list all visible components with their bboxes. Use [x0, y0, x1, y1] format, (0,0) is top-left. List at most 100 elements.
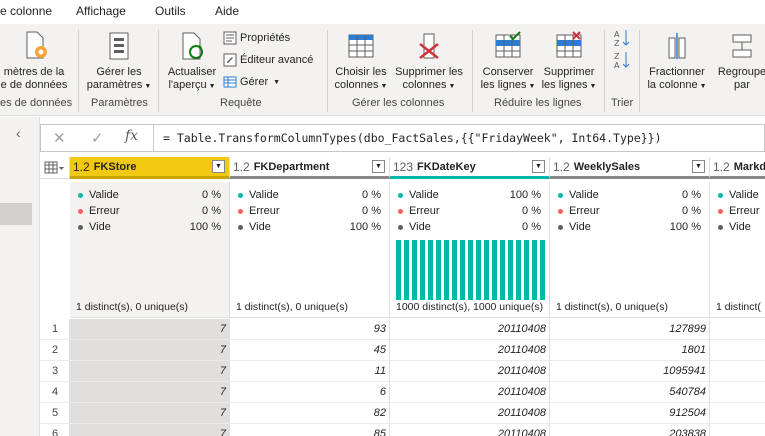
column-type-icon[interactable]: 123: [393, 160, 413, 174]
column-filter-dropdown-icon[interactable]: ▼: [212, 160, 225, 173]
choose-columns-icon: [348, 34, 374, 58]
table-cell[interactable]: 7: [70, 403, 230, 424]
sort-descending-button[interactable]: Z A: [611, 50, 633, 74]
commit-formula-icon[interactable]: ✓: [91, 129, 104, 147]
quality-label: Vide: [89, 221, 111, 233]
distribution-bar[interactable]: [500, 240, 505, 300]
distribution-bar[interactable]: [492, 240, 497, 300]
distribution-bar[interactable]: [428, 240, 433, 300]
table-cell[interactable]: 93: [230, 319, 390, 340]
properties-button[interactable]: Propriétés: [223, 31, 290, 45]
advanced-editor-button[interactable]: Éditeur avancé: [223, 53, 313, 67]
table-cell[interactable]: 1801: [550, 340, 710, 361]
selected-query-item[interactable]: [0, 203, 32, 225]
group-by-button[interactable]: Regroupe par: [712, 30, 765, 92]
table-cell[interactable]: [710, 382, 765, 403]
column-header[interactable]: 1.2 FKStore ▼: [70, 157, 230, 179]
distribution-bar[interactable]: [420, 240, 425, 300]
column-header[interactable]: 1.2 FKDepartment ▼: [230, 157, 390, 179]
table-cell[interactable]: 1095941: [550, 361, 710, 382]
row-number[interactable]: 4: [40, 382, 70, 403]
manage-button[interactable]: Gérer ▼: [223, 75, 280, 89]
table-menu-button[interactable]: [40, 157, 70, 179]
fx-icon[interactable]: fx: [125, 128, 138, 144]
column-filter-dropdown-icon[interactable]: ▼: [692, 160, 705, 173]
column-filter-dropdown-icon[interactable]: ▼: [372, 160, 385, 173]
distribution-bar[interactable]: [396, 240, 401, 300]
distribution-bar[interactable]: [516, 240, 521, 300]
menu-tab-add-column[interactable]: e colonne: [0, 4, 52, 18]
data-source-settings-button[interactable]: mètres de la e de données: [0, 30, 72, 92]
table-cell[interactable]: 20110408: [390, 403, 550, 424]
table-cell[interactable]: 82: [230, 403, 390, 424]
distribution-bar[interactable]: [476, 240, 481, 300]
table-cell[interactable]: 85: [230, 424, 390, 436]
distribution-bar[interactable]: [412, 240, 417, 300]
row-number[interactable]: 2: [40, 340, 70, 361]
formula-input[interactable]: = Table.TransformColumnTypes(dbo_FactSal…: [163, 131, 662, 145]
distribution-bar[interactable]: [468, 240, 473, 300]
row-number[interactable]: 1: [40, 319, 70, 340]
table-cell[interactable]: 540784: [550, 382, 710, 403]
distribution-bar[interactable]: [452, 240, 457, 300]
cancel-formula-icon[interactable]: ✕: [53, 129, 66, 147]
table-cell[interactable]: [710, 361, 765, 382]
column-header[interactable]: 123 FKDateKey ▼: [390, 157, 550, 179]
distribution-bar[interactable]: [460, 240, 465, 300]
column-filter-dropdown-icon[interactable]: ▼: [532, 160, 545, 173]
menu-tab-tools[interactable]: Outils: [155, 4, 186, 18]
row-number[interactable]: 5: [40, 403, 70, 424]
table-cell[interactable]: 20110408: [390, 340, 550, 361]
distribution-bar[interactable]: [540, 240, 545, 300]
row-number[interactable]: 3: [40, 361, 70, 382]
column-type-icon[interactable]: 1.2: [233, 160, 250, 174]
collapse-pane-icon[interactable]: ‹: [16, 125, 21, 141]
data-grid: 1.2 FKStore ▼ Valide 0 % Erreur 0 % Vide 100 % 1 …: [40, 157, 765, 436]
column-header[interactable]: 1.2 WeeklySales ▼: [550, 157, 710, 179]
quality-row-valid: Valide: [718, 188, 761, 202]
menu-tab-help[interactable]: Aide: [215, 4, 239, 18]
distribution-bar[interactable]: [532, 240, 537, 300]
table-cell[interactable]: 7: [70, 382, 230, 403]
empty-dot-icon: [78, 224, 83, 230]
column-quality-profile: Valide 0 % Erreur 0 % Vide 100 % 1 distinct(s)…: [70, 182, 230, 318]
table-cell[interactable]: 45: [230, 340, 390, 361]
distribution-bar[interactable]: [484, 240, 489, 300]
distribution-bar[interactable]: [404, 240, 409, 300]
manage-parameters-button[interactable]: Gérer les paramètres ▼: [84, 30, 154, 93]
table-cell[interactable]: [710, 403, 765, 424]
distribution-bar[interactable]: [436, 240, 441, 300]
column-header[interactable]: 1.2 Markd: [710, 157, 765, 179]
remove-rows-button[interactable]: Supprimer les lignes ▼: [540, 30, 598, 93]
table-cell[interactable]: 7: [70, 319, 230, 340]
table-cell[interactable]: [710, 340, 765, 361]
table-cell[interactable]: [710, 319, 765, 340]
table-cell[interactable]: 6: [230, 382, 390, 403]
column-type-icon[interactable]: 1.2: [713, 160, 730, 174]
distribution-bar[interactable]: [508, 240, 513, 300]
sort-ascending-button[interactable]: A Z: [611, 28, 633, 52]
table-cell[interactable]: 127899: [550, 319, 710, 340]
column-type-icon[interactable]: 1.2: [553, 160, 570, 174]
table-cell[interactable]: 20110408: [390, 424, 550, 436]
remove-columns-button[interactable]: Supprimer les colonnes ▼: [393, 30, 465, 93]
distribution-bar[interactable]: [444, 240, 449, 300]
table-cell[interactable]: 20110408: [390, 382, 550, 403]
table-cell[interactable]: [710, 424, 765, 436]
choose-columns-button[interactable]: Choisir les colonnes ▼: [333, 30, 389, 93]
table-cell[interactable]: 20110408: [390, 319, 550, 340]
keep-rows-button[interactable]: Conserver les lignes ▼: [478, 30, 538, 93]
refresh-preview-button[interactable]: Actualiser l'aperçu ▼: [163, 30, 221, 93]
table-cell[interactable]: 7: [70, 361, 230, 382]
menu-tab-view[interactable]: Affichage: [76, 4, 126, 18]
table-cell[interactable]: 11: [230, 361, 390, 382]
distribution-bar[interactable]: [524, 240, 529, 300]
table-cell[interactable]: 203838: [550, 424, 710, 436]
column-type-icon[interactable]: 1.2: [73, 160, 90, 174]
table-cell[interactable]: 7: [70, 424, 230, 436]
table-cell[interactable]: 912504: [550, 403, 710, 424]
row-number[interactable]: 6: [40, 424, 70, 436]
table-cell[interactable]: 20110408: [390, 361, 550, 382]
table-cell[interactable]: 7: [70, 340, 230, 361]
split-column-button[interactable]: Fractionner la colonne ▼: [645, 30, 709, 93]
